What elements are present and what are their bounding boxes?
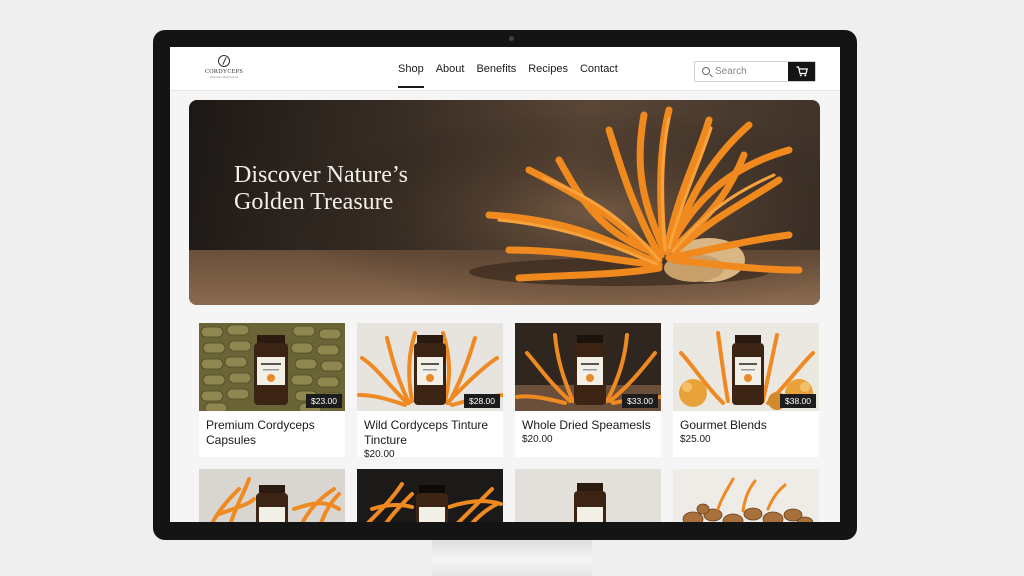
product-title: Whole Dried Speamesls (522, 418, 651, 432)
product-card-capsules[interactable]: $23.00 Premium Cordyceps Capsules (199, 323, 345, 457)
product-price: $20.00 (522, 434, 553, 445)
product-image (515, 469, 661, 522)
product-title: Gourmet Blends (680, 418, 767, 432)
logo-subtitle: Premium Mushrooms (209, 75, 239, 79)
product-card-body: Whole Dried Speamesls $20.00 (515, 411, 661, 457)
nav-item-shop[interactable]: Shop (392, 47, 430, 91)
price-badge: $23.00 (306, 394, 342, 408)
product-photo (673, 469, 819, 522)
cart-button[interactable] (788, 62, 815, 81)
product-price: $25.00 (680, 434, 711, 445)
product-photo (515, 469, 661, 522)
product-card-row2-3[interactable] (515, 469, 661, 522)
nav-item-benefits[interactable]: Benefits (470, 47, 522, 91)
product-card-row2-2[interactable] (357, 469, 503, 522)
nav-item-recipes[interactable]: Recipes (522, 47, 574, 91)
main-nav: Shop About Benefits Recipes Contact (392, 47, 624, 91)
product-card-row2-4[interactable] (673, 469, 819, 522)
search-input[interactable] (715, 64, 785, 79)
product-card-body: Gourmet Blends $25.00 (673, 411, 819, 457)
hero-banner[interactable]: Discover Nature’s Golden Treasure (189, 100, 820, 305)
nav-item-about[interactable]: About (430, 47, 471, 91)
product-card-dried[interactable]: $33.00 Whole Dried Speamesls $20.00 (515, 323, 661, 457)
product-image-capsules: $23.00 (199, 323, 345, 411)
search-icon (702, 67, 710, 75)
product-card-row2-1[interactable] (199, 469, 345, 522)
product-card-body: Wild Cordyceps Tinture Tincture $20.00 (357, 411, 503, 460)
product-image (673, 469, 819, 522)
browser-screen: CORDYCEPS Premium Mushrooms Shop About B… (170, 47, 840, 522)
product-image (357, 469, 503, 522)
product-card-tincture[interactable]: $28.00 Wild Cordyceps Tinture Tincture $… (357, 323, 503, 460)
nav-item-contact[interactable]: Contact (574, 47, 624, 91)
product-title: Premium Cordyceps Capsules (206, 418, 315, 447)
product-price: $20.00 (364, 449, 395, 460)
logo-mark-icon (218, 55, 230, 67)
product-title: Wild Cordyceps Tinture Tincture (364, 418, 489, 447)
product-image-dried: $33.00 (515, 323, 661, 411)
product-photo (357, 469, 503, 522)
search-box (694, 61, 816, 82)
site-header: CORDYCEPS Premium Mushrooms Shop About B… (170, 47, 840, 91)
monitor-stand (432, 536, 592, 576)
price-badge: $33.00 (622, 394, 658, 408)
price-badge: $38.00 (780, 394, 816, 408)
cart-icon (796, 66, 808, 77)
site-logo[interactable]: CORDYCEPS Premium Mushrooms (198, 55, 250, 85)
product-photo (199, 469, 345, 522)
hero-title-line2: Golden Treasure (234, 189, 394, 215)
product-image-tincture: $28.00 (357, 323, 503, 411)
product-image (199, 469, 345, 522)
product-image-blends: $38.00 (673, 323, 819, 411)
webcam-dot (509, 36, 514, 41)
product-card-body: Premium Cordyceps Capsules (199, 411, 345, 457)
hero-title: Discover Nature’s Golden Treasure (234, 162, 474, 216)
hero-title-line1: Discover Nature’s (234, 162, 408, 188)
price-badge: $28.00 (464, 394, 500, 408)
product-card-blends[interactable]: $38.00 Gourmet Blends $25.00 (673, 323, 819, 457)
